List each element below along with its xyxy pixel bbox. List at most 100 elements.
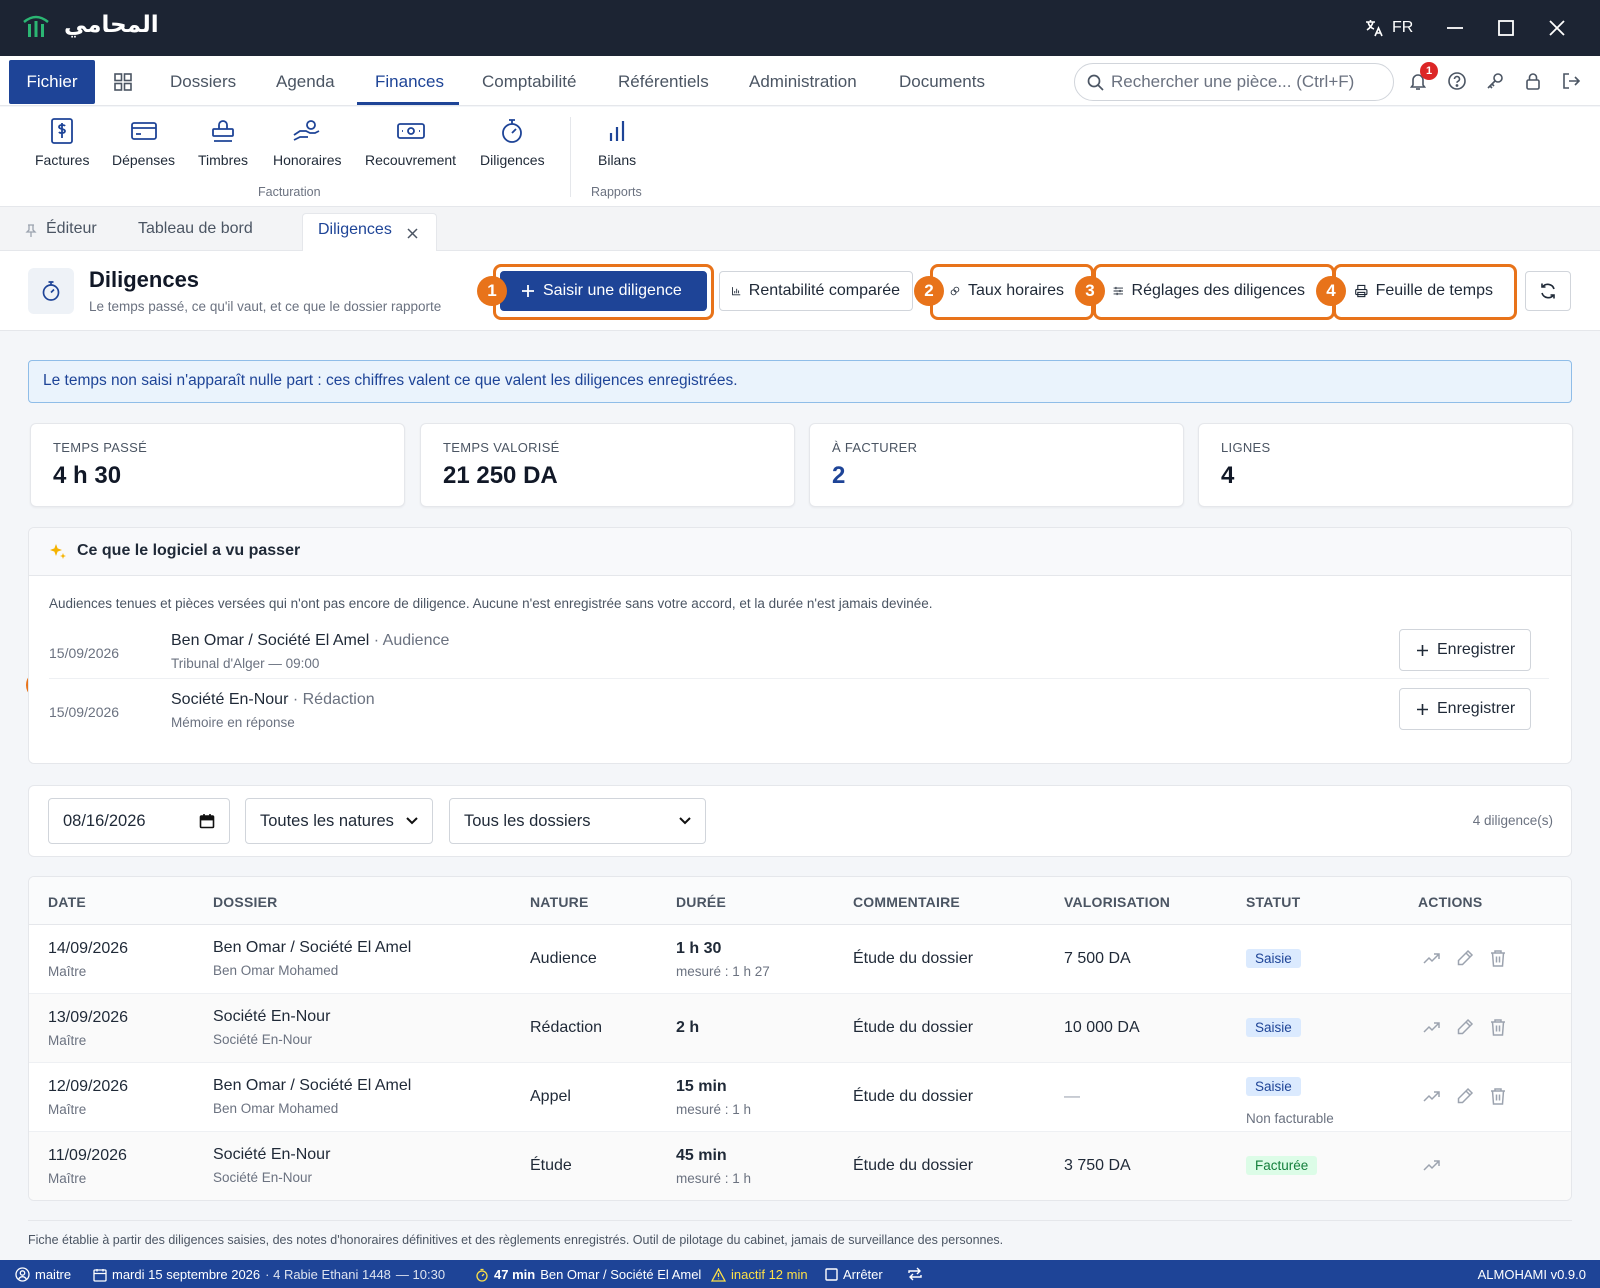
ribbon-recouvrement[interactable]: Recouvrement <box>365 117 456 168</box>
user-circle-icon <box>15 1267 30 1282</box>
date-filter[interactable]: 08/16/2026 <box>48 798 230 844</box>
maximize-icon[interactable] <box>1497 18 1515 38</box>
search-input[interactable] <box>1111 70 1381 94</box>
ribbon-honoraires[interactable]: Honoraires <box>273 117 341 168</box>
menu-comptabilite[interactable]: Comptabilité <box>482 72 577 92</box>
sliders-icon <box>1113 286 1123 296</box>
diligences-table: DATE DOSSIER NATURE DURÉE COMMENTAIRE VA… <box>28 876 1572 1201</box>
stop-timer-button[interactable]: Arrêter <box>825 1267 883 1282</box>
row-date: 14/09/2026 <box>48 940 129 957</box>
menu-active-indicator <box>357 102 459 105</box>
edit-icon[interactable] <box>1456 1087 1474 1105</box>
status-badge: Facturée <box>1246 1156 1318 1175</box>
ribbon-factures[interactable]: Factures <box>35 117 89 168</box>
list-item: 15/09/2026 Ben Omar / Société El Amel · … <box>49 621 1549 679</box>
taux-horaires-button[interactable]: Taux horaires <box>937 271 1077 311</box>
trash-icon[interactable] <box>1490 949 1506 967</box>
ribbon-depenses[interactable]: Dépenses <box>112 117 175 168</box>
menu-fichier[interactable]: Fichier <box>9 60 95 104</box>
tab-tableau-de-bord[interactable]: Tableau de bord <box>138 220 253 238</box>
enregistrer-button[interactable]: Enregistrer <box>1399 688 1531 730</box>
reglages-diligences-button[interactable]: Réglages des diligences <box>1100 271 1318 311</box>
row-mesure: mesuré : 1 h 27 <box>676 964 770 979</box>
help-icon[interactable] <box>1447 71 1467 91</box>
row-dossier: Ben Omar / Société El Amel <box>213 1077 412 1094</box>
language-label: FR <box>1392 19 1414 36</box>
document-tabs: Éditeur Tableau de bord Diligences <box>0 207 1600 252</box>
tab-diligences[interactable]: Diligences <box>302 213 437 252</box>
language-switcher[interactable]: FR <box>1364 18 1413 38</box>
close-tab-icon[interactable] <box>407 228 418 239</box>
close-icon[interactable] <box>1548 18 1566 38</box>
menu-agenda[interactable]: Agenda <box>276 72 335 92</box>
menu-finances[interactable]: Finances <box>375 72 444 92</box>
callout-2: 2 <box>914 276 944 306</box>
edit-icon[interactable] <box>1456 949 1474 967</box>
calendar-icon <box>93 1268 107 1282</box>
ribbon-diligences[interactable]: Diligences <box>480 117 545 168</box>
menu-referentiels[interactable]: Référentiels <box>618 72 709 92</box>
stopwatch-icon <box>502 119 523 143</box>
trend-icon[interactable] <box>1423 951 1441 965</box>
plus-icon <box>522 285 534 297</box>
trend-icon[interactable] <box>1423 1158 1441 1172</box>
nature-select[interactable]: Toutes les natures <box>245 798 433 844</box>
trash-icon[interactable] <box>1490 1018 1506 1036</box>
title-bar: المحامي FR <box>0 0 1600 56</box>
seen-dossier: Société En-Nour <box>171 691 289 708</box>
ribbon-toolbar: Factures Dépenses Timbres Honoraires Rec… <box>0 107 1600 207</box>
page-subtitle: Le temps passé, ce qu'il vaut, et ce que… <box>89 299 442 314</box>
status-timer[interactable]: 47 min Ben Omar / Société El Amel <box>475 1267 701 1282</box>
status-badge: Saisie <box>1246 949 1301 968</box>
kpi-lignes: LIGNES 4 <box>1198 423 1573 507</box>
minimize-icon[interactable] <box>1446 18 1464 38</box>
edit-icon[interactable] <box>1456 1018 1474 1036</box>
warning-icon <box>711 1267 726 1282</box>
kpi-a-facturer: À FACTURER 2 <box>809 423 1184 507</box>
switch-timer-button[interactable] <box>907 1267 923 1281</box>
seen-nature: Audience <box>382 632 450 649</box>
tab-editeur[interactable]: Éditeur <box>46 220 97 238</box>
row-commentaire: Étude du dossier <box>853 1157 974 1174</box>
row-duree: 45 min <box>676 1147 727 1164</box>
coins-icon <box>950 286 960 296</box>
detected-activity-description: Audiences tenues et pièces versées qui n… <box>49 596 933 611</box>
row-nature: Appel <box>530 1088 571 1105</box>
trend-icon[interactable] <box>1423 1089 1441 1103</box>
status-bar: maitre mardi 15 septembre 2026 · 4 Rabie… <box>0 1260 1600 1288</box>
plus-icon <box>1417 703 1428 715</box>
feuille-de-temps-button[interactable]: Feuille de temps <box>1342 271 1506 311</box>
bar-chart-icon <box>609 121 625 141</box>
row-statut-note: Non facturable <box>1246 1111 1334 1126</box>
refresh-button[interactable] <box>1525 271 1571 311</box>
filters-bar: 08/16/2026 Toutes les natures Tous les d… <box>28 785 1572 857</box>
row-client: Ben Omar Mohamed <box>213 1101 339 1116</box>
invoice-dollar-icon <box>51 118 74 144</box>
enregistrer-button[interactable]: Enregistrer <box>1399 629 1531 671</box>
page-header: Diligences Le temps passé, ce qu'il vaut… <box>0 251 1600 331</box>
ribbon-timbres[interactable]: Timbres <box>198 117 248 168</box>
trend-icon[interactable] <box>1423 1020 1441 1034</box>
credit-card-icon <box>130 122 157 140</box>
row-valorisation: 10 000 DA <box>1064 1019 1140 1036</box>
dossier-select[interactable]: Tous les dossiers <box>449 798 706 844</box>
list-item: 15/09/2026 Société En-Nour · Rédaction M… <box>49 680 1549 738</box>
footnote: Fiche établie à partir des diligences sa… <box>28 1220 1572 1247</box>
status-user: maitre <box>15 1267 71 1282</box>
search-box <box>1074 63 1394 101</box>
seen-dossier: Ben Omar / Société El Amel <box>171 632 370 649</box>
logout-icon[interactable] <box>1561 71 1581 91</box>
menu-documents[interactable]: Documents <box>899 72 985 92</box>
apps-grid-icon[interactable] <box>114 73 132 91</box>
row-client: Société En-Nour <box>213 1170 313 1185</box>
rentabilite-comparee-button[interactable]: Rentabilité comparée <box>719 271 913 311</box>
key-icon[interactable] <box>1485 71 1505 91</box>
menu-dossiers[interactable]: Dossiers <box>170 72 236 92</box>
status-date: mardi 15 septembre 2026 · 4 Rabie Ethani… <box>93 1267 445 1282</box>
ribbon-bilans[interactable]: Bilans <box>598 117 636 168</box>
menu-administration[interactable]: Administration <box>749 72 857 92</box>
lock-icon[interactable] <box>1523 71 1543 91</box>
saisir-diligence-button[interactable]: Saisir une diligence <box>500 271 707 311</box>
sparkles-icon <box>50 544 66 559</box>
trash-icon[interactable] <box>1490 1087 1506 1105</box>
